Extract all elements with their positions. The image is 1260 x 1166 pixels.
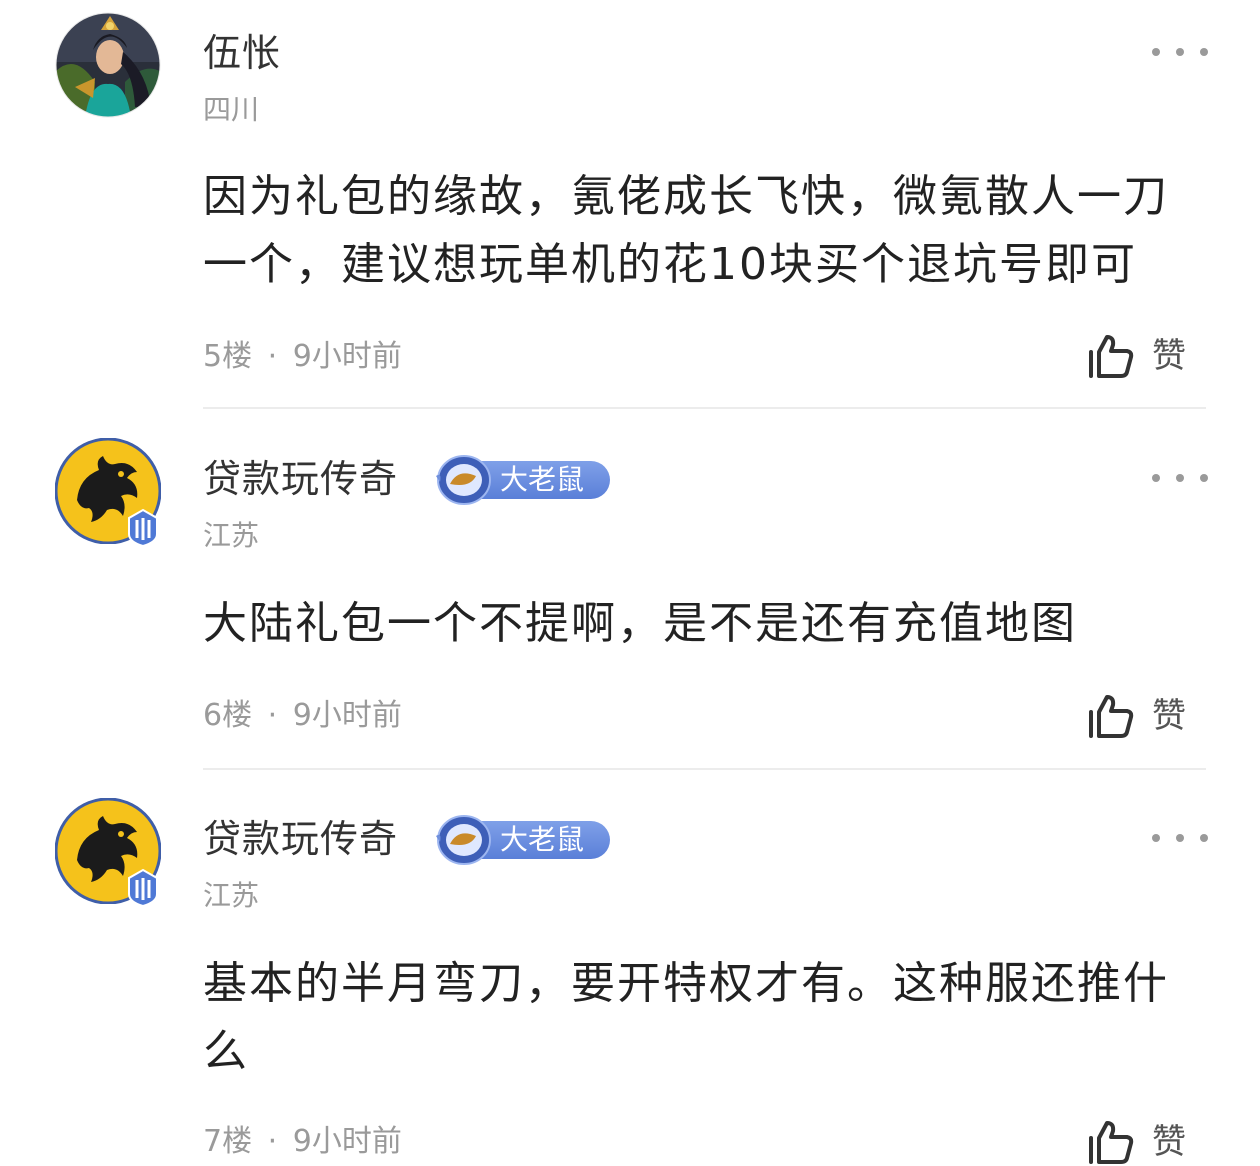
thumbs-up-icon bbox=[1089, 335, 1134, 378]
like-label: 赞 bbox=[1152, 336, 1186, 376]
badge-label: 大老鼠 bbox=[500, 823, 585, 856]
thumbs-up-icon bbox=[1089, 1121, 1134, 1164]
meta-separator: · bbox=[267, 1124, 278, 1159]
comment-text: 因为礼包的缘故，氪佬成长飞快，微氪散人一刀一个，建议想玩单机的花10块买个退坑号… bbox=[203, 171, 1169, 290]
more-options-button[interactable] bbox=[1152, 466, 1208, 490]
dot-icon bbox=[1200, 48, 1208, 56]
username[interactable]: 贷款玩传奇 bbox=[203, 456, 398, 502]
level-emblem-icon bbox=[128, 868, 158, 908]
location-label: 四川 bbox=[203, 93, 260, 126]
like-button[interactable]: 赞 bbox=[1088, 1118, 1186, 1166]
comment-item: 贷款玩传奇 大老鼠 江苏 基本的半月弯刀，要开特权才有。这种服还推什么 7楼 ·… bbox=[0, 770, 1260, 1164]
username[interactable]: 贷款玩传奇 bbox=[203, 816, 398, 862]
comment-meta: 6楼 · 9小时前 bbox=[203, 696, 402, 736]
comment-item: 贷款玩传奇 大老鼠 江苏 大陆礼包一个不提啊，是不是还有充值地图 6楼 · 9小… bbox=[0, 410, 1260, 770]
like-label: 赞 bbox=[1152, 696, 1186, 736]
like-label: 赞 bbox=[1152, 1122, 1186, 1162]
user-badge: 大老鼠 bbox=[432, 815, 610, 865]
comment-meta: 7楼 · 9小时前 bbox=[203, 1122, 402, 1162]
floor-number: 6楼 bbox=[203, 698, 253, 733]
username[interactable]: 伍怅 bbox=[203, 30, 281, 76]
comment-item: 伍怅 四川 因为礼包的缘故，氪佬成长飞快，微氪散人一刀一个，建议想玩单机的花10… bbox=[0, 0, 1260, 410]
dot-icon bbox=[1200, 474, 1208, 482]
warrior-portrait-avatar-icon bbox=[55, 12, 161, 118]
divider bbox=[203, 407, 1206, 409]
dot-icon bbox=[1152, 834, 1160, 842]
meta-separator: · bbox=[267, 698, 278, 733]
location-label: 江苏 bbox=[203, 519, 260, 552]
dot-icon bbox=[1176, 474, 1184, 482]
meta-separator: · bbox=[267, 339, 278, 374]
badge-label: 大老鼠 bbox=[500, 463, 585, 496]
floor-number: 5楼 bbox=[203, 339, 253, 374]
comment-text: 基本的半月弯刀，要开特权才有。这种服还推什么 bbox=[203, 958, 1169, 1077]
more-options-button[interactable] bbox=[1152, 826, 1208, 850]
location-label: 江苏 bbox=[203, 879, 260, 912]
dot-icon bbox=[1152, 48, 1160, 56]
dot-icon bbox=[1176, 834, 1184, 842]
timestamp: 9小时前 bbox=[292, 1124, 402, 1159]
timestamp: 9小时前 bbox=[292, 698, 402, 733]
like-button[interactable]: 赞 bbox=[1088, 332, 1186, 380]
more-options-button[interactable] bbox=[1152, 40, 1208, 64]
avatar[interactable] bbox=[55, 12, 161, 118]
floor-number: 7楼 bbox=[203, 1124, 253, 1159]
user-badge: 大老鼠 bbox=[432, 455, 610, 505]
rat-badge-icon bbox=[436, 455, 491, 505]
like-button[interactable]: 赞 bbox=[1088, 692, 1186, 740]
thumbs-up-icon bbox=[1089, 695, 1134, 738]
dot-icon bbox=[1152, 474, 1160, 482]
timestamp: 9小时前 bbox=[292, 339, 402, 374]
avatar[interactable] bbox=[55, 438, 161, 548]
avatar[interactable] bbox=[55, 798, 161, 908]
comment-meta: 5楼 · 9小时前 bbox=[203, 337, 402, 377]
dot-icon bbox=[1176, 48, 1184, 56]
dot-icon bbox=[1200, 834, 1208, 842]
comment-text: 大陆礼包一个不提啊，是不是还有充值地图 bbox=[203, 598, 1077, 649]
rat-badge-icon bbox=[436, 815, 491, 865]
level-emblem-icon bbox=[128, 508, 158, 548]
